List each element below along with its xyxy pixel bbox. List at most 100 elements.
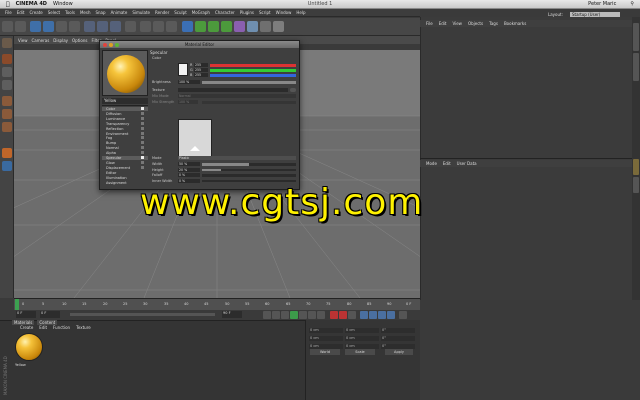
channel-normal[interactable]: Normal (102, 146, 148, 150)
param-value-field[interactable]: 0 % (178, 173, 200, 177)
channel-checkbox[interactable] (141, 160, 144, 164)
channel-specular[interactable]: Specular (102, 156, 148, 161)
position-key-icon[interactable] (360, 311, 368, 319)
parameter-key-icon[interactable] (387, 311, 395, 319)
channel-luminance[interactable]: Luminance (102, 116, 148, 121)
channel-displacement[interactable]: Displacement (102, 165, 148, 170)
texture-preview[interactable] (178, 119, 212, 157)
next-key-icon[interactable] (308, 311, 316, 319)
material-menu-texture[interactable]: Texture (76, 325, 91, 331)
brightness-field[interactable]: 100 % (178, 80, 200, 84)
channel-checkbox[interactable] (141, 151, 144, 155)
object-menu-bookmarks[interactable]: Bookmarks (504, 21, 526, 26)
y-axis-icon[interactable] (97, 21, 108, 32)
viewport-menu-view[interactable]: View (18, 38, 28, 43)
menu-window[interactable]: Window (276, 10, 292, 15)
world-dropdown[interactable]: World (310, 349, 340, 355)
channel-color[interactable]: Color (102, 107, 148, 112)
channel-glow[interactable]: Glow (102, 160, 148, 165)
light-icon[interactable] (273, 21, 284, 32)
menu-mesh[interactable]: Mesh (80, 10, 91, 15)
camera-icon[interactable] (260, 21, 271, 32)
user-name[interactable]: Peter Maric (588, 1, 616, 7)
rotation-p-field[interactable]: 0° (381, 336, 415, 341)
cube-icon[interactable] (182, 21, 193, 32)
size-y-field[interactable]: 0 cm (345, 336, 379, 341)
keyframe-selection-icon[interactable] (348, 311, 356, 319)
mix-strength-field[interactable]: 100 % (178, 100, 198, 104)
material-menu-function[interactable]: Function (53, 325, 70, 331)
points-mode-icon[interactable] (2, 96, 12, 106)
channel-alpha[interactable]: Alpha (102, 151, 148, 155)
side-tab-layers[interactable] (633, 177, 639, 193)
channel-transparency[interactable]: Transparency (102, 121, 148, 126)
model-mode-icon[interactable] (2, 54, 12, 64)
x-axis-icon[interactable] (84, 21, 95, 32)
menu-edit[interactable]: Edit (17, 10, 25, 15)
minimize-icon[interactable] (109, 42, 113, 47)
move-icon[interactable] (43, 21, 54, 32)
subdivision-surface-icon[interactable] (208, 21, 219, 32)
edges-mode-icon[interactable] (2, 109, 12, 119)
menu-help[interactable]: Help (296, 10, 305, 15)
menu-plugins[interactable]: Plugins (240, 10, 254, 15)
menu-script[interactable]: Script (259, 10, 271, 15)
redo-icon[interactable] (15, 21, 26, 32)
green-value-field[interactable]: 255 (194, 68, 208, 72)
channel-diffusion[interactable]: Diffusion (102, 111, 148, 116)
record-icon[interactable] (330, 311, 338, 319)
object-menu-file[interactable]: File (426, 21, 433, 26)
preview-range-slider[interactable] (70, 313, 215, 316)
viewport-menu-cameras[interactable]: Cameras (32, 38, 50, 43)
channel-checkbox[interactable] (141, 156, 144, 159)
param-slider[interactable] (202, 174, 296, 177)
timeline-ruler[interactable]: 0 5 10 15 20 25 30 35 40 45 50 55 60 65 … (14, 298, 420, 311)
snapping-icon[interactable] (2, 161, 12, 171)
menu-animate[interactable]: Animate (111, 10, 128, 15)
render-settings-icon[interactable] (166, 21, 177, 32)
render-picture-viewer-icon[interactable] (153, 21, 164, 32)
blue-value-field[interactable]: 255 (194, 73, 208, 77)
spotlight-icon[interactable]: ⚲ (630, 1, 634, 7)
spline-pen-icon[interactable] (195, 21, 206, 32)
channel-bump[interactable]: Bump (102, 141, 148, 145)
undo-icon[interactable] (2, 21, 13, 32)
menu-render[interactable]: Render (155, 10, 169, 15)
attribute-menu-edit[interactable]: Edit (443, 161, 451, 166)
position-y-field[interactable]: 0 cm (309, 336, 343, 341)
channel-editor[interactable]: Editor (102, 171, 148, 175)
scale-key-icon[interactable] (369, 311, 377, 319)
texture-preview-arrow-icon[interactable] (190, 146, 200, 151)
param-value-field[interactable]: 50 % (178, 162, 200, 166)
red-value-field[interactable]: 255 (194, 63, 208, 67)
rotation-h-field[interactable]: 0° (381, 328, 415, 333)
channel-checkbox[interactable] (141, 111, 144, 115)
attribute-menu-user-data[interactable]: User Data (457, 161, 477, 166)
live-select-icon[interactable] (30, 21, 41, 32)
mix-strength-slider[interactable] (202, 101, 296, 104)
rotate-icon[interactable] (69, 21, 80, 32)
object-menu-objects[interactable]: Objects (468, 21, 483, 26)
blue-slider[interactable] (210, 74, 296, 77)
viewport-menu-display[interactable]: Display (53, 38, 68, 43)
channel-checkbox[interactable] (141, 121, 144, 125)
close-icon[interactable] (103, 42, 107, 47)
size-x-field[interactable]: 0 cm (345, 328, 379, 333)
enable-axis-icon[interactable] (2, 148, 12, 158)
menu-sculpt[interactable]: Sculpt (174, 10, 187, 15)
channel-checkbox[interactable] (141, 165, 144, 169)
channel-checkbox[interactable] (141, 146, 144, 150)
side-tab-content-browser[interactable] (633, 53, 639, 81)
param-value-field[interactable]: 20 % (178, 167, 200, 172)
red-slider[interactable] (210, 64, 296, 67)
material-menu-create[interactable]: Create (20, 325, 33, 331)
object-menu-view[interactable]: View (452, 21, 462, 26)
texture-mode-icon[interactable] (2, 67, 12, 77)
menu-snap[interactable]: Snap (95, 10, 105, 15)
position-x-field[interactable]: 0 cm (309, 328, 343, 333)
channel-checkbox[interactable] (141, 131, 144, 135)
texture-dropdown-icon[interactable] (290, 88, 296, 92)
object-menu-tags[interactable]: Tags (489, 21, 498, 26)
timeline-menu-icon[interactable] (399, 311, 407, 319)
make-editable-icon[interactable] (2, 38, 12, 48)
